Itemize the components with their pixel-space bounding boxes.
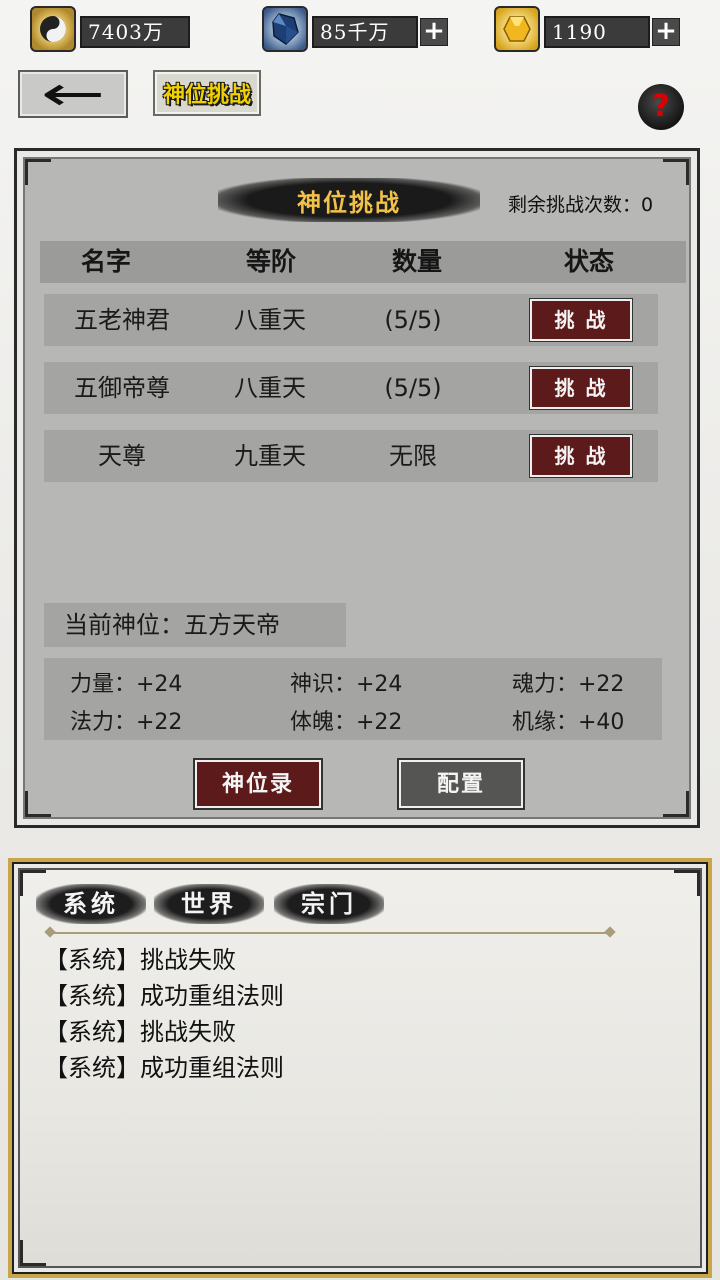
yin-yang-coin-icon (30, 6, 76, 52)
coins-value: 7403万 (80, 16, 190, 48)
column-header-rank: 等阶 (245, 247, 297, 276)
challenge-button[interactable]: 挑 战 (530, 367, 632, 409)
back-button[interactable]: ← (18, 70, 128, 118)
chat-message: 【系统】成功重组法则 (44, 982, 284, 1010)
resource-coins: 7403万 (30, 6, 192, 52)
crystals-value: 85千万 (312, 16, 418, 48)
tab-divine-challenge[interactable]: 神位挑战 (153, 70, 261, 116)
row-name: 天尊 (98, 442, 146, 470)
panel-corner-ornament (674, 870, 700, 896)
left-arrow-icon: ← (40, 66, 106, 122)
stat-mana: 法力：+22 (70, 710, 183, 735)
help-button[interactable]: ? (638, 84, 684, 130)
chat-tab-sect[interactable]: 宗门 (274, 884, 384, 924)
table-row: 五御帝尊 八重天 (5/5) 挑 战 (44, 362, 658, 414)
panel-corner-ornament (25, 791, 51, 817)
stat-strength: 力量：+24 (70, 672, 183, 697)
column-header-status: 状态 (563, 247, 615, 276)
chat-tab-system[interactable]: 系统 (36, 884, 146, 924)
column-header-name: 名字 (80, 247, 132, 276)
table-row: 五老神君 八重天 (5/5) 挑 战 (44, 294, 658, 346)
chat-divider (50, 932, 610, 934)
stat-physique: 体魄：+22 (290, 710, 403, 735)
config-button[interactable]: 配置 (399, 760, 523, 808)
table-row: 天尊 九重天 无限 挑 战 (44, 430, 658, 482)
add-gold-button[interactable]: + (652, 18, 680, 46)
stat-soul: 魂力：+22 (512, 672, 625, 697)
chat-message: 【系统】成功重组法则 (44, 1054, 284, 1082)
row-count: 无限 (389, 442, 437, 470)
table-header: 名字 等阶 数量 状态 (40, 241, 686, 283)
chat-message: 【系统】挑战失败 (44, 946, 236, 974)
row-rank: 八重天 (234, 374, 306, 402)
row-name: 五老神君 (74, 306, 170, 334)
add-crystals-button[interactable]: + (420, 18, 448, 46)
row-rank: 八重天 (234, 306, 306, 334)
row-count: (5/5) (384, 374, 442, 402)
divine-record-button[interactable]: 神位录 (195, 760, 321, 808)
panel-corner-ornament (20, 1240, 46, 1266)
chat-message: 【系统】挑战失败 (44, 1018, 236, 1046)
challenge-button[interactable]: 挑 战 (530, 299, 632, 341)
panel-corner-ornament (663, 159, 689, 185)
gold-value: 1190 (544, 16, 650, 48)
current-divine-position: 当前神位：五方天帝 (44, 603, 346, 647)
resource-crystals: 85千万 + (262, 6, 452, 52)
panel-corner-ornament (663, 791, 689, 817)
gold-ingot-icon (494, 6, 540, 52)
stats-box: 力量：+24 神识：+24 魂力：+22 法力：+22 体魄：+22 机缘：+4… (44, 658, 662, 740)
blue-crystal-icon (262, 6, 308, 52)
chat-tab-world[interactable]: 世界 (154, 884, 264, 924)
resource-gold: 1190 + (494, 6, 684, 52)
row-count: (5/5) (384, 306, 442, 334)
challenge-button[interactable]: 挑 战 (530, 435, 632, 477)
remaining-challenges: 剩余挑战次数：0 (508, 194, 654, 216)
panel-corner-ornament (25, 159, 51, 185)
stat-spirit: 神识：+24 (290, 672, 403, 697)
stat-fortune: 机缘：+40 (512, 710, 625, 735)
column-header-count: 数量 (391, 247, 443, 276)
row-rank: 九重天 (234, 442, 306, 470)
row-name: 五御帝尊 (74, 374, 170, 402)
panel-title: 神位挑战 (218, 178, 480, 222)
